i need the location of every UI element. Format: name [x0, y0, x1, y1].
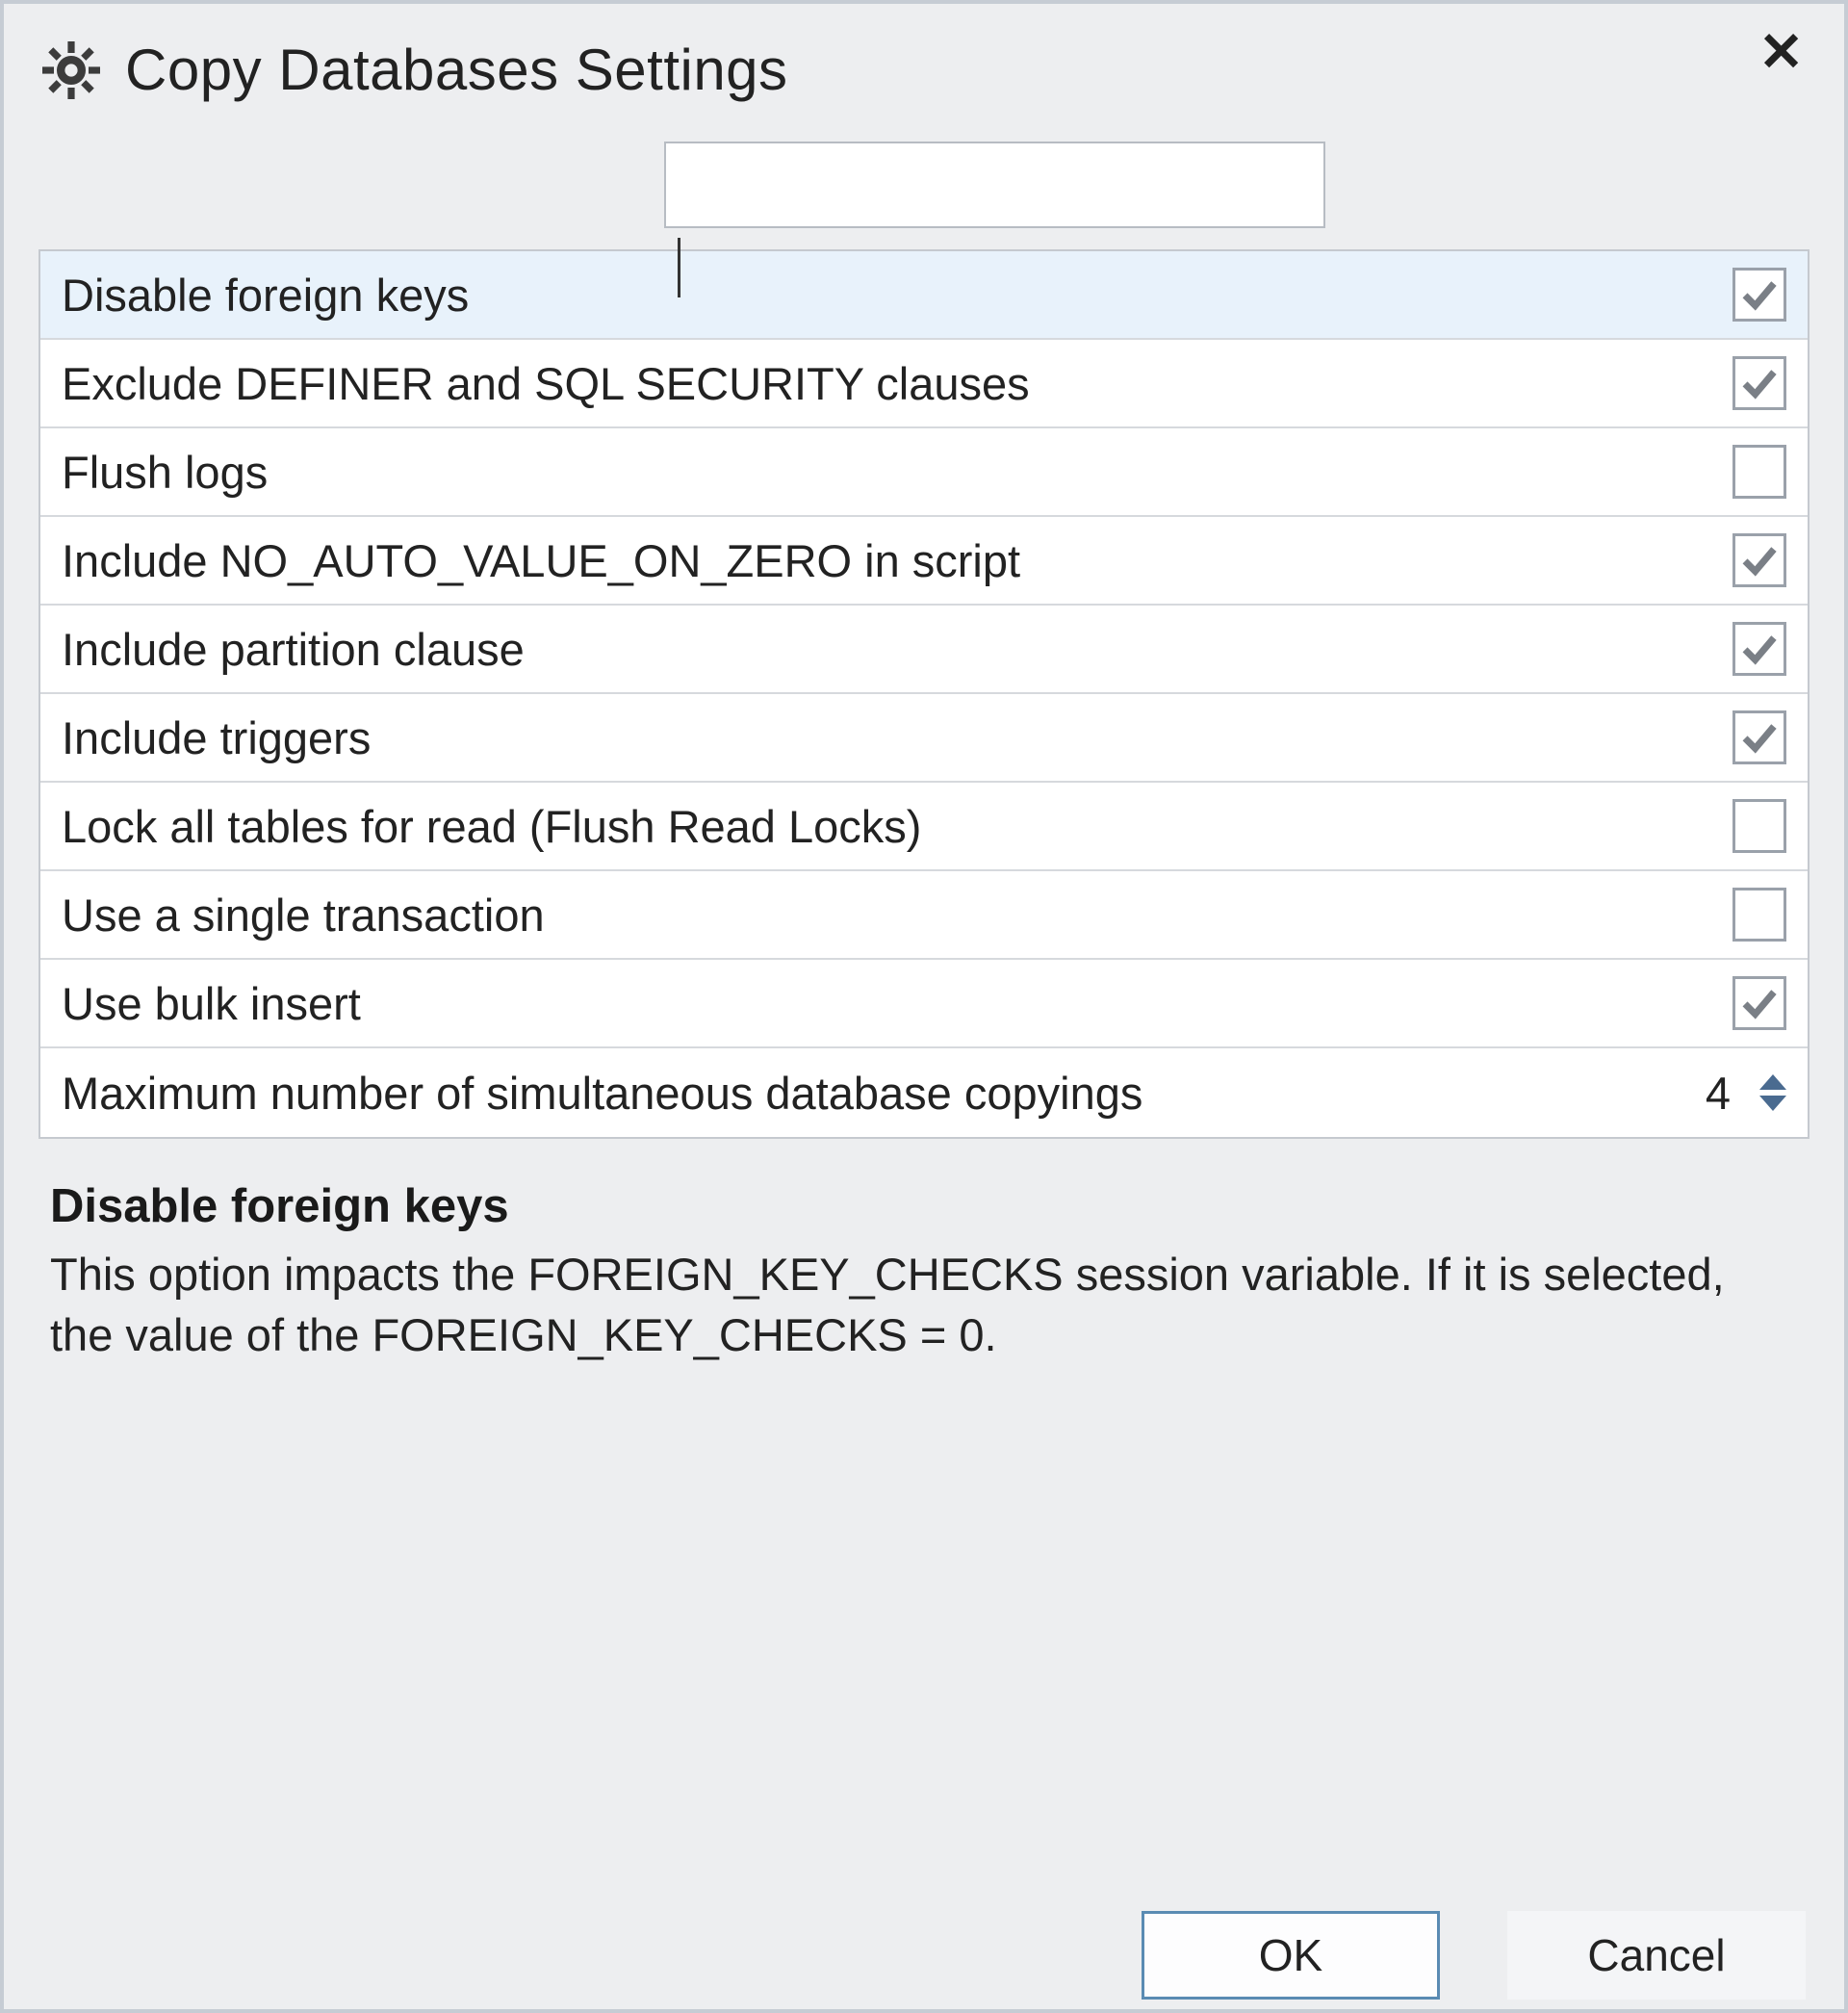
option-label: Maximum number of simultaneous database …	[62, 1067, 1692, 1120]
option-checkbox[interactable]	[1732, 888, 1786, 942]
option-checkbox[interactable]	[1732, 710, 1786, 764]
option-label: Include triggers	[62, 711, 1732, 764]
option-row[interactable]: Include NO_AUTO_VALUE_ON_ZERO in script	[40, 517, 1808, 606]
option-row[interactable]: Lock all tables for read (Flush Read Loc…	[40, 783, 1808, 871]
ok-button[interactable]: OK	[1142, 1911, 1440, 2000]
option-row[interactable]: Use a single transaction	[40, 871, 1808, 960]
option-row[interactable]: Maximum number of simultaneous database …	[40, 1048, 1808, 1137]
option-label: Use a single transaction	[62, 889, 1732, 942]
chevron-down-icon[interactable]	[1759, 1096, 1786, 1111]
gear-icon	[42, 41, 100, 99]
help-body: This option impacts the FOREIGN_KEY_CHEC…	[50, 1245, 1798, 1366]
cancel-button[interactable]: Cancel	[1507, 1911, 1806, 2000]
option-label: Lock all tables for read (Flush Read Loc…	[62, 800, 1732, 853]
options-list: Disable foreign keys Exclude DEFINER and …	[38, 249, 1810, 1139]
search-row	[38, 142, 1810, 249]
option-label: Use bulk insert	[62, 977, 1732, 1030]
number-stepper[interactable]	[1759, 1074, 1786, 1111]
option-checkbox[interactable]	[1732, 622, 1786, 676]
option-checkbox[interactable]	[1732, 976, 1786, 1030]
chevron-up-icon[interactable]	[1759, 1074, 1786, 1090]
titlebar: Copy Databases Settings	[38, 15, 1810, 142]
option-number-value[interactable]: 4	[1692, 1067, 1731, 1120]
option-checkbox[interactable]	[1732, 799, 1786, 853]
option-checkbox[interactable]	[1732, 445, 1786, 499]
help-title: Disable foreign keys	[50, 1179, 1798, 1233]
dialog-title: Copy Databases Settings	[125, 37, 788, 103]
option-label: Flush logs	[62, 446, 1732, 499]
dialog-buttons: OK Cancel	[1142, 1911, 1806, 2000]
settings-dialog: ✕ Copy Databa	[0, 0, 1848, 2013]
option-label: Include partition clause	[62, 623, 1732, 676]
close-button[interactable]: ✕	[1758, 33, 1804, 71]
option-row[interactable]: Flush logs	[40, 428, 1808, 517]
option-label: Exclude DEFINER and SQL SECURITY clauses	[62, 357, 1732, 410]
option-checkbox[interactable]	[1732, 268, 1786, 322]
option-row[interactable]: Include partition clause	[40, 606, 1808, 694]
option-row[interactable]: Use bulk insert	[40, 960, 1808, 1048]
help-panel: Disable foreign keys This option impacts…	[38, 1139, 1810, 1366]
option-label: Include NO_AUTO_VALUE_ON_ZERO in script	[62, 534, 1732, 587]
option-checkbox[interactable]	[1732, 356, 1786, 410]
option-row[interactable]: Disable foreign keys	[40, 251, 1808, 340]
option-label: Disable foreign keys	[62, 269, 1732, 322]
option-checkbox[interactable]	[1732, 533, 1786, 587]
option-row[interactable]: Include triggers	[40, 694, 1808, 783]
option-row[interactable]: Exclude DEFINER and SQL SECURITY clauses	[40, 340, 1808, 428]
search-input[interactable]	[664, 142, 1325, 228]
